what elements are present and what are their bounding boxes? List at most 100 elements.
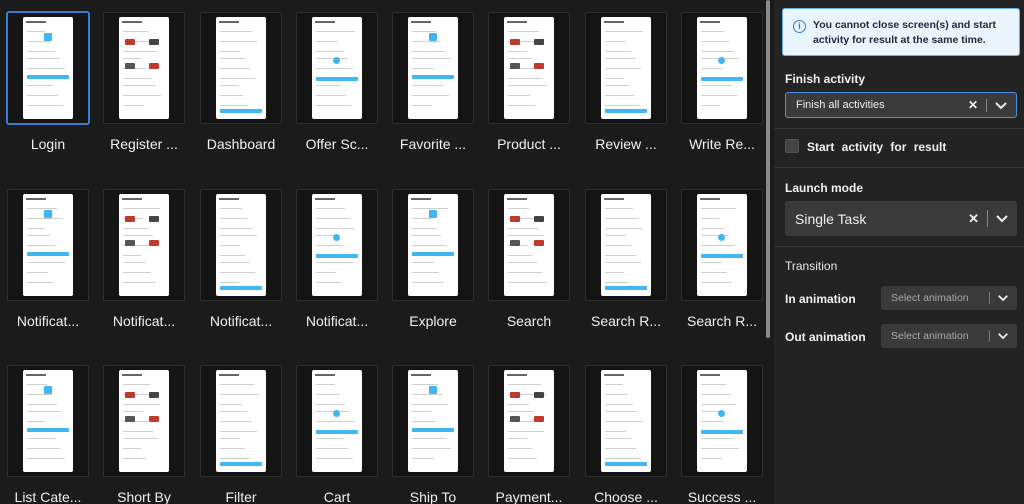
- phone-mockup: [119, 17, 169, 119]
- screen-label: Login: [30, 136, 66, 152]
- screen-label: Review ...: [595, 136, 657, 152]
- screen-label: Register ...: [110, 136, 178, 152]
- phone-mockup: [601, 370, 651, 472]
- screen-thumbnail[interactable]: Search: [481, 189, 577, 351]
- screen-preview: [103, 189, 185, 301]
- screen-preview: [681, 365, 763, 477]
- screen-thumbnail[interactable]: Notificat...: [96, 189, 192, 351]
- phone-mockup: [23, 370, 73, 472]
- screen-thumbnail[interactable]: Notificat...: [289, 189, 385, 351]
- start-for-result-checkbox[interactable]: [785, 139, 799, 153]
- phone-mockup: [216, 194, 266, 296]
- launch-mode-select[interactable]: Single Task ✕: [785, 201, 1017, 236]
- screen-preview: [681, 189, 763, 301]
- screen-preview: [7, 365, 89, 477]
- phone-mockup: [408, 194, 458, 296]
- phone-mockup: [697, 194, 747, 296]
- chevron-down-icon[interactable]: [997, 332, 1009, 341]
- screen-thumbnail[interactable]: List Cate...: [0, 365, 96, 504]
- finish-activity-title: Finish activity: [785, 72, 866, 86]
- screen-thumbnail[interactable]: Product ...: [481, 12, 577, 174]
- screen-thumbnail[interactable]: Notificat...: [0, 189, 96, 351]
- out-animation-label: Out animation: [785, 330, 866, 344]
- screen-thumbnail[interactable]: Choose ...: [578, 365, 674, 504]
- screen-thumbnail[interactable]: Ship To: [385, 365, 481, 504]
- select-separator: [989, 330, 990, 342]
- screen-thumbnail[interactable]: Search R...: [674, 189, 763, 351]
- screen-thumbnail[interactable]: Search R...: [578, 189, 674, 351]
- screen-preview: [392, 365, 474, 477]
- screen-preview: [7, 189, 89, 301]
- screen-label: Ship To: [409, 489, 457, 504]
- chevron-down-icon[interactable]: [997, 294, 1009, 303]
- launch-mode-value: Single Task: [795, 211, 867, 227]
- out-animation-select[interactable]: Select animation: [881, 324, 1017, 348]
- screen-preview: [681, 12, 763, 124]
- screen-thumbnail[interactable]: Favorite ...: [385, 12, 481, 174]
- screen-label: Notificat...: [112, 313, 176, 329]
- phone-mockup: [601, 194, 651, 296]
- divider: [774, 246, 1024, 247]
- screen-label: Dashboard: [206, 136, 276, 152]
- info-text: You cannot close screen(s) and start act…: [813, 19, 997, 46]
- finish-activity-value: Finish all activities: [796, 99, 885, 111]
- screen-label: Choose ...: [594, 489, 658, 504]
- phone-mockup: [216, 17, 266, 119]
- chevron-down-icon[interactable]: [995, 214, 1009, 224]
- screen-thumbnail[interactable]: Success ...: [674, 365, 763, 504]
- select-separator: [987, 210, 988, 227]
- clear-icon[interactable]: ✕: [968, 211, 979, 227]
- screen-thumbnail[interactable]: Review ...: [578, 12, 674, 174]
- screen-preview: [7, 12, 89, 124]
- transition-title: Transition: [785, 259, 838, 273]
- screen-thumbnail[interactable]: Cart: [289, 365, 385, 504]
- screen-thumbnail[interactable]: Dashboard: [193, 12, 289, 174]
- chevron-down-icon[interactable]: [994, 101, 1008, 111]
- screen-thumbnail[interactable]: Offer Sc...: [289, 12, 385, 174]
- screen-thumbnail[interactable]: Login: [0, 12, 96, 174]
- screen-label: List Cate...: [14, 489, 82, 504]
- screen-thumbnail[interactable]: Explore: [385, 189, 481, 351]
- grid-scrollbar[interactable]: [766, 0, 770, 338]
- phone-mockup: [312, 370, 362, 472]
- clear-icon[interactable]: ✕: [968, 98, 978, 112]
- phone-mockup: [697, 370, 747, 472]
- screen-preview: [585, 365, 667, 477]
- info-icon: i: [793, 20, 806, 33]
- screen-thumbnail[interactable]: Write Re...: [674, 12, 763, 174]
- screen-preview: [585, 12, 667, 124]
- finish-activity-select[interactable]: Finish all activities ✕: [785, 92, 1017, 118]
- screen-thumbnail[interactable]: Short By: [96, 365, 192, 504]
- screen-label: Product ...: [497, 136, 561, 152]
- screen-grid: Login Register ... Dashboard Offer Sc... Fav…: [0, 0, 763, 504]
- phone-mockup: [312, 194, 362, 296]
- screen-thumbnail[interactable]: Filter: [193, 365, 289, 504]
- screen-label: Write Re...: [689, 136, 755, 152]
- phone-mockup: [119, 370, 169, 472]
- screen-thumbnail[interactable]: Payment...: [481, 365, 577, 504]
- select-separator: [989, 292, 990, 304]
- screen-preview: [488, 365, 570, 477]
- phone-mockup: [601, 17, 651, 119]
- divider: [774, 167, 1024, 168]
- screen-label: Search R...: [686, 313, 758, 329]
- screen-label: Favorite ...: [399, 136, 467, 152]
- start-for-result-label: Start activity for result: [807, 140, 947, 154]
- phone-mockup: [312, 17, 362, 119]
- screen-preview: [392, 12, 474, 124]
- screen-label: Offer Sc...: [305, 136, 369, 152]
- screen-preview: [296, 189, 378, 301]
- screen-preview: [585, 189, 667, 301]
- phone-mockup: [504, 194, 554, 296]
- screen-thumbnail[interactable]: Register ...: [96, 12, 192, 174]
- phone-mockup: [504, 370, 554, 472]
- screen-preview: [200, 189, 282, 301]
- screen-thumbnail[interactable]: Notificat...: [193, 189, 289, 351]
- phone-mockup: [216, 370, 266, 472]
- screen-label: Notificat...: [16, 313, 80, 329]
- phone-mockup: [408, 370, 458, 472]
- in-animation-select[interactable]: Select animation: [881, 286, 1017, 310]
- screen-label: Explore: [409, 313, 457, 329]
- screen-preview: [200, 12, 282, 124]
- screen-preview: [103, 12, 185, 124]
